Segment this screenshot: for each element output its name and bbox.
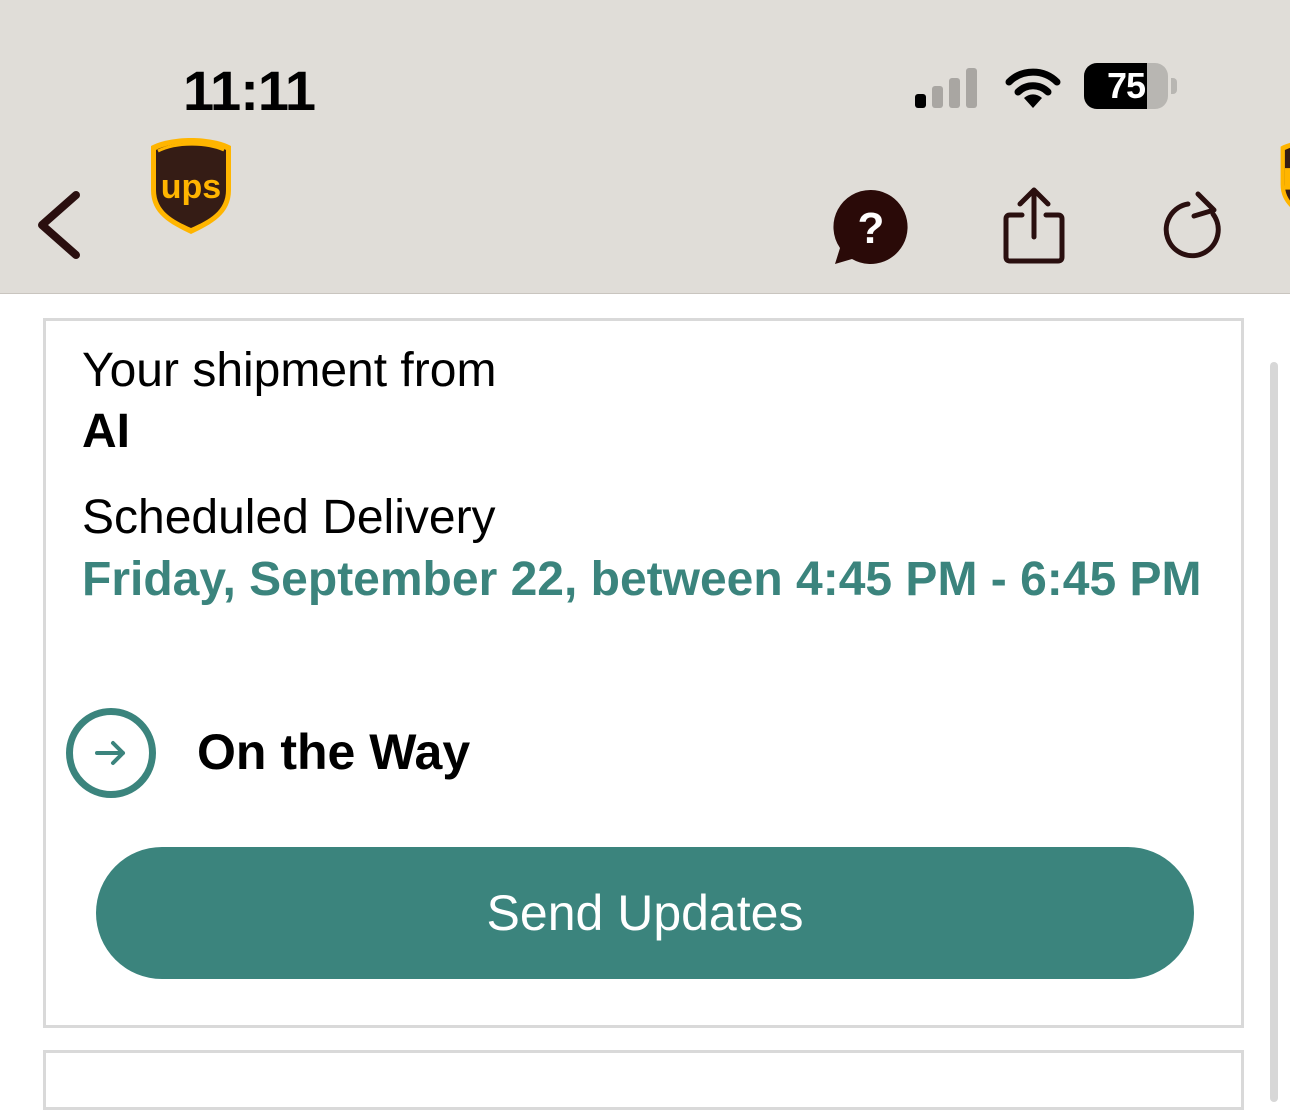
- shipment-from-label: Your shipment from: [82, 344, 497, 397]
- next-card: [43, 1050, 1244, 1110]
- back-button[interactable]: [30, 185, 90, 265]
- shipper-name: AI: [82, 405, 130, 458]
- app-header: 11:11 75 ups ?: [0, 0, 1290, 294]
- refresh-icon[interactable]: [1158, 190, 1234, 266]
- share-icon[interactable]: [998, 185, 1070, 267]
- battery-percent: 75: [1106, 65, 1146, 106]
- status-time: 11:11: [183, 59, 316, 122]
- cellular-signal-icon: [915, 66, 985, 108]
- scrollbar[interactable]: [1270, 362, 1278, 1102]
- battery-icon: 75: [1084, 63, 1180, 109]
- send-updates-button[interactable]: Send Updates: [96, 847, 1194, 979]
- ups-logo-partial: [1272, 138, 1290, 224]
- arrow-right-circle-icon: [66, 708, 156, 798]
- wifi-icon: [1005, 68, 1061, 108]
- ups-logo: ups: [151, 138, 231, 234]
- scheduled-delivery-value: Friday, September 22, between 4:45 PM - …: [82, 553, 1202, 606]
- scheduled-delivery-label: Scheduled Delivery: [82, 491, 496, 544]
- svg-text:?: ?: [858, 204, 885, 253]
- help-chat-icon[interactable]: ?: [830, 186, 912, 268]
- ups-logo-text: ups: [161, 168, 221, 206]
- delivery-status: On the Way: [197, 724, 471, 780]
